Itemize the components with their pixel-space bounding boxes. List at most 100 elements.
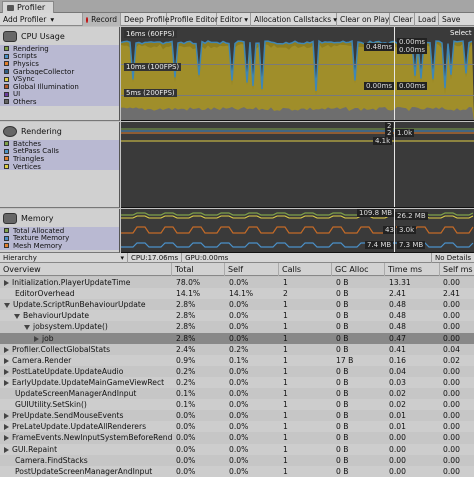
table-row[interactable]: GUIUtility.SetSkin() 0.1% 0.0% 1 0 B 0.02 0.00 bbox=[0, 399, 474, 411]
table-row[interactable]: jobsystem.Update() 2.8% 0.0% 1 0 B 0.48 0.00 bbox=[0, 321, 474, 332]
row-calls: 2 bbox=[283, 289, 288, 299]
row-name: UpdateScreenManagerAndInput bbox=[4, 388, 172, 399]
table-row[interactable]: EarlyUpdate.UpdateMainGameViewRect 0.2% 0.… bbox=[0, 376, 474, 388]
window-tab-bar: Profiler bbox=[0, 0, 474, 13]
memory-panel[interactable]: Memory Total Allocated Texture Memory Mesh… bbox=[0, 209, 120, 253]
legend-item[interactable]: Mesh Memory bbox=[0, 242, 119, 250]
mem-value-texture: 26.2 MB bbox=[395, 212, 428, 220]
legend-item[interactable]: Vertices bbox=[0, 163, 119, 170]
add-profiler-dropdown[interactable]: Add Profiler ▾ bbox=[0, 13, 83, 26]
table-row[interactable]: Initialization.PlayerUpdateTime 78.0% 0.0%… bbox=[0, 277, 474, 288]
legend-item[interactable]: Scripts bbox=[0, 52, 119, 61]
editor-dropdown[interactable]: Editor ▾ bbox=[217, 13, 251, 26]
row-selfms: 0.00 bbox=[443, 322, 460, 332]
column-gc-alloc[interactable]: GC Alloc bbox=[332, 263, 385, 276]
legend-item[interactable]: Batches bbox=[0, 140, 119, 148]
table-row[interactable]: BehaviourUpdate 2.8% 0.0% 1 0 B 0.48 0.00 bbox=[0, 310, 474, 322]
legend-item[interactable]: UI bbox=[0, 90, 119, 99]
collapsed-arrow-icon[interactable] bbox=[4, 346, 9, 353]
profiler-toolbar: Add Profiler ▾ Record Deep Profile Profi… bbox=[0, 13, 474, 26]
table-row[interactable]: PreLateUpdate.UpdateAllRenderers 0.0% 0.0%… bbox=[0, 421, 474, 433]
column-self[interactable]: Self bbox=[225, 263, 279, 276]
cpu-usage-panel[interactable]: CPU Usage Rendering Scripts Physics Garbage… bbox=[0, 27, 120, 121]
collapsed-arrow-icon[interactable] bbox=[4, 435, 9, 442]
render-value-triangles: 1.0k bbox=[395, 129, 415, 137]
row-time: 0.03 bbox=[389, 377, 406, 387]
table-row[interactable]: Profiler.CollectGlobalStats 2.4% 0.2% 1 0 B 0… bbox=[0, 344, 474, 355]
table-row[interactable]: job 2.8% 0.0% 1 0 B 0.47 0.00 bbox=[0, 332, 474, 344]
rendering-legend: Batches SetPass Calls Triangles Vertices bbox=[0, 140, 119, 171]
legend-item[interactable]: GarbageCollector bbox=[0, 68, 119, 75]
legend-item[interactable]: Physics bbox=[0, 60, 119, 68]
row-name-text: EditorOverhead bbox=[15, 289, 75, 299]
expanded-arrow-icon[interactable] bbox=[14, 313, 20, 319]
rendering-panel[interactable]: Rendering Batches SetPass Calls Triangles V… bbox=[0, 122, 120, 208]
collapsed-arrow-icon[interactable] bbox=[4, 446, 9, 453]
table-row[interactable]: PostUpdateScreenManagerAndInput 0.0% 0.0% 1… bbox=[0, 465, 474, 477]
details-dropdown[interactable]: No Details bbox=[430, 252, 474, 263]
table-row[interactable]: Camera.Render 0.9% 0.1% 1 17 B 0.16 0.02 bbox=[0, 354, 474, 366]
load-button[interactable]: Load bbox=[415, 13, 439, 26]
frame-cursor[interactable] bbox=[394, 209, 395, 252]
view-dropdown[interactable]: Hierarchy ▾ bbox=[0, 252, 128, 263]
record-button[interactable]: Record bbox=[83, 13, 121, 26]
collapsed-arrow-icon[interactable] bbox=[34, 335, 39, 342]
frame-cursor[interactable] bbox=[394, 122, 395, 207]
column-time-ms[interactable]: Time ms bbox=[385, 263, 440, 276]
cpu-value-d: 0.00ms bbox=[397, 82, 428, 90]
column-total[interactable]: Total bbox=[172, 263, 225, 276]
table-row[interactable]: GUI.Repaint 0.0% 0.0% 1 0 B 0.00 0.00 bbox=[0, 443, 474, 455]
save-button[interactable]: Save bbox=[439, 13, 462, 26]
collapsed-arrow-icon[interactable] bbox=[4, 280, 9, 286]
table-row[interactable]: EditorOverhead 14.1% 14.1% 2 0 B 2.41 2.41 bbox=[0, 288, 474, 300]
collapsed-arrow-icon[interactable] bbox=[4, 357, 9, 364]
allocation-callstacks-dropdown[interactable]: Allocation Callstacks ▾ bbox=[251, 13, 337, 26]
legend-item[interactable]: VSync bbox=[0, 75, 119, 83]
row-self: 0.0% bbox=[229, 455, 249, 465]
legend-item[interactable]: SetPass Calls bbox=[0, 148, 119, 155]
legend-item[interactable]: Global Illumination bbox=[0, 83, 119, 91]
column-calls[interactable]: Calls bbox=[279, 263, 332, 276]
frame-cursor[interactable] bbox=[394, 27, 395, 120]
deep-profile-button[interactable]: Deep Profile bbox=[121, 13, 169, 26]
row-self: 14.1% bbox=[229, 289, 254, 299]
legend-item[interactable]: Total Allocated bbox=[0, 227, 119, 235]
clear-on-play-button[interactable]: Clear on Play bbox=[337, 13, 390, 26]
legend-item[interactable]: Others bbox=[0, 98, 119, 106]
cpu-usage-graph[interactable]: 16ms (60FPS) 10ms (100FPS) 5ms (200FPS) … bbox=[121, 27, 474, 121]
rendering-graph[interactable]: 2 2 1.0k 4.1k bbox=[121, 122, 474, 208]
table-row[interactable]: UpdateScreenManagerAndInput 0.1% 0.0% 1 0 B 0… bbox=[0, 388, 474, 399]
legend-item[interactable]: Texture Memory bbox=[0, 235, 119, 242]
table-row[interactable]: Camera.FindStacks 0.0% 0.0% 1 0 B 0.00 0.00 bbox=[0, 455, 474, 466]
row-selfms: 0.00 bbox=[443, 466, 460, 476]
profile-editor-button[interactable]: Profile Editor bbox=[167, 13, 218, 26]
table-row[interactable]: PreUpdate.SendMouseEvents 0.0% 0.0% 1 0 B 0.0… bbox=[0, 410, 474, 421]
row-name-text: Initialization.PlayerUpdateTime bbox=[12, 278, 131, 287]
table-row[interactable]: Update.ScriptRunBehaviourUpdate 2.8% 0.0% 1… bbox=[0, 299, 474, 310]
hierarchy-table-header: Overview Total Self Calls GC Alloc Time … bbox=[0, 263, 474, 276]
table-row[interactable]: FrameEvents.NewInputSystemBeforeRend 0.0%… bbox=[0, 432, 474, 443]
memory-graph[interactable]: 109.8 MB 26.2 MB 43 3.0k 7.4 MB 7.3 MB bbox=[121, 209, 474, 253]
profile-editor-label: Profile Editor bbox=[170, 15, 218, 24]
legend-item[interactable]: Rendering bbox=[0, 45, 119, 53]
legend-item[interactable]: Triangles bbox=[0, 155, 119, 163]
table-row[interactable]: PostLateUpdate.UpdateAudio 0.2% 0.0% 1 0 B 0.… bbox=[0, 366, 474, 377]
clear-button[interactable]: Clear bbox=[390, 13, 415, 26]
tab-profiler[interactable]: Profiler bbox=[2, 1, 54, 13]
load-label: Load bbox=[418, 15, 436, 24]
legend-swatch bbox=[4, 228, 9, 234]
row-calls: 1 bbox=[283, 344, 288, 354]
collapsed-arrow-icon[interactable] bbox=[4, 413, 9, 420]
collapsed-arrow-icon[interactable] bbox=[4, 424, 9, 431]
column-overview[interactable]: Overview bbox=[0, 263, 172, 276]
row-self: 0.0% bbox=[229, 433, 249, 443]
collapsed-arrow-icon[interactable] bbox=[4, 379, 9, 386]
expanded-arrow-icon[interactable] bbox=[4, 302, 10, 308]
expanded-arrow-icon[interactable] bbox=[24, 324, 30, 330]
legend-label: UI bbox=[13, 90, 21, 99]
row-selfms: 0.02 bbox=[443, 355, 460, 365]
legend-label: Scripts bbox=[13, 52, 37, 61]
column-self-ms[interactable]: Self ms bbox=[440, 263, 474, 276]
row-selfms: 2.41 bbox=[443, 289, 460, 299]
collapsed-arrow-icon[interactable] bbox=[4, 368, 9, 375]
